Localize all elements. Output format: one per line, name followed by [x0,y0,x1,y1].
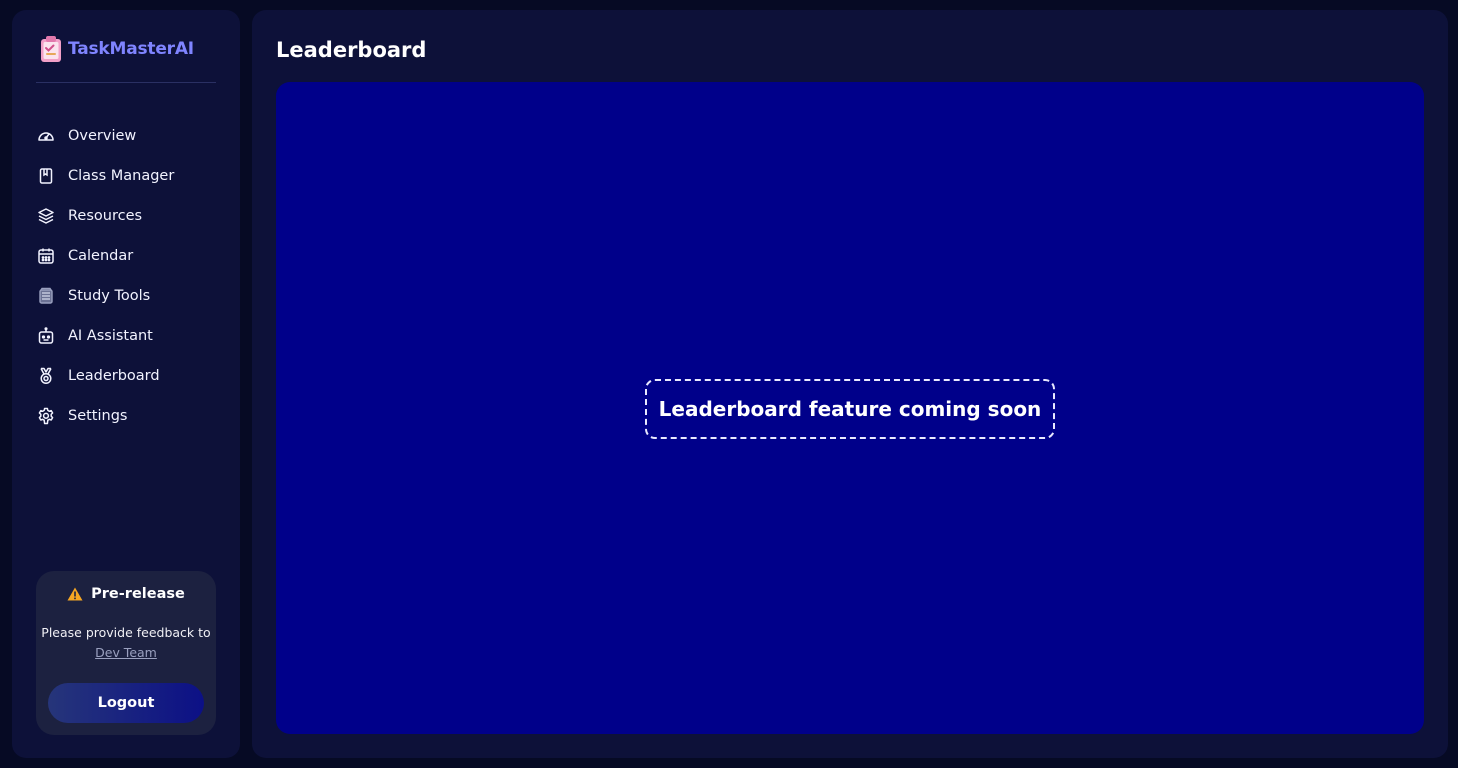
sidebar-item-leaderboard[interactable]: Leaderboard [36,356,226,396]
sidebar-item-label: AI Assistant [68,328,153,344]
prerelease-header: Pre-release [36,586,216,602]
prerelease-card: Pre-release Please provide feedback to D… [36,571,216,735]
sidebar-item-label: Calendar [68,248,134,264]
prerelease-message: Please provide feedback to Dev Team [36,623,216,663]
prerelease-title: Pre-release [91,586,185,602]
sidebar-nav: Overview Class Manager Resources Calenda… [36,116,226,436]
robot-icon [36,326,56,346]
logo-divider [36,82,216,83]
sidebar-item-label: Settings [68,408,128,424]
prerelease-text: Please provide feedback to [41,625,211,640]
gear-icon [36,406,56,426]
sidebar-item-study-tools[interactable]: Study Tools [36,276,226,316]
gauge-icon [36,126,56,146]
main-content: Leaderboard Leaderboard feature coming s… [252,10,1448,758]
calendar-icon [36,246,56,266]
app-logo[interactable]: TaskMasterAI [38,34,194,64]
sidebar-item-label: Resources [68,208,143,224]
sidebar-item-label: Overview [68,128,137,144]
sidebar: TaskMasterAI Overview Class Manager Reso… [12,10,240,758]
sidebar-item-settings[interactable]: Settings [36,396,226,436]
sidebar-item-label: Leaderboard [68,368,160,384]
sidebar-item-class-manager[interactable]: Class Manager [36,156,226,196]
sidebar-item-label: Study Tools [68,288,151,304]
medal-icon [36,366,56,386]
sidebar-item-resources[interactable]: Resources [36,196,226,236]
books-icon [36,286,56,306]
sidebar-item-label: Class Manager [68,168,175,184]
prerelease-link[interactable]: Dev Team [95,645,157,660]
warning-icon [67,587,83,601]
sidebar-item-overview[interactable]: Overview [36,116,226,156]
logout-button[interactable]: Logout [48,683,204,723]
notebook-icon [36,166,56,186]
leaderboard-panel: Leaderboard feature coming soon [276,82,1424,734]
coming-soon-notice: Leaderboard feature coming soon [645,379,1055,439]
app-name: TaskMasterAI [68,39,194,59]
layers-icon [36,206,56,226]
page-title: Leaderboard [276,38,427,62]
sidebar-item-calendar[interactable]: Calendar [36,236,226,276]
sidebar-item-ai-assistant[interactable]: AI Assistant [36,316,226,356]
app-root: TaskMasterAI Overview Class Manager Reso… [0,0,1458,768]
clipboard-icon [38,34,64,64]
